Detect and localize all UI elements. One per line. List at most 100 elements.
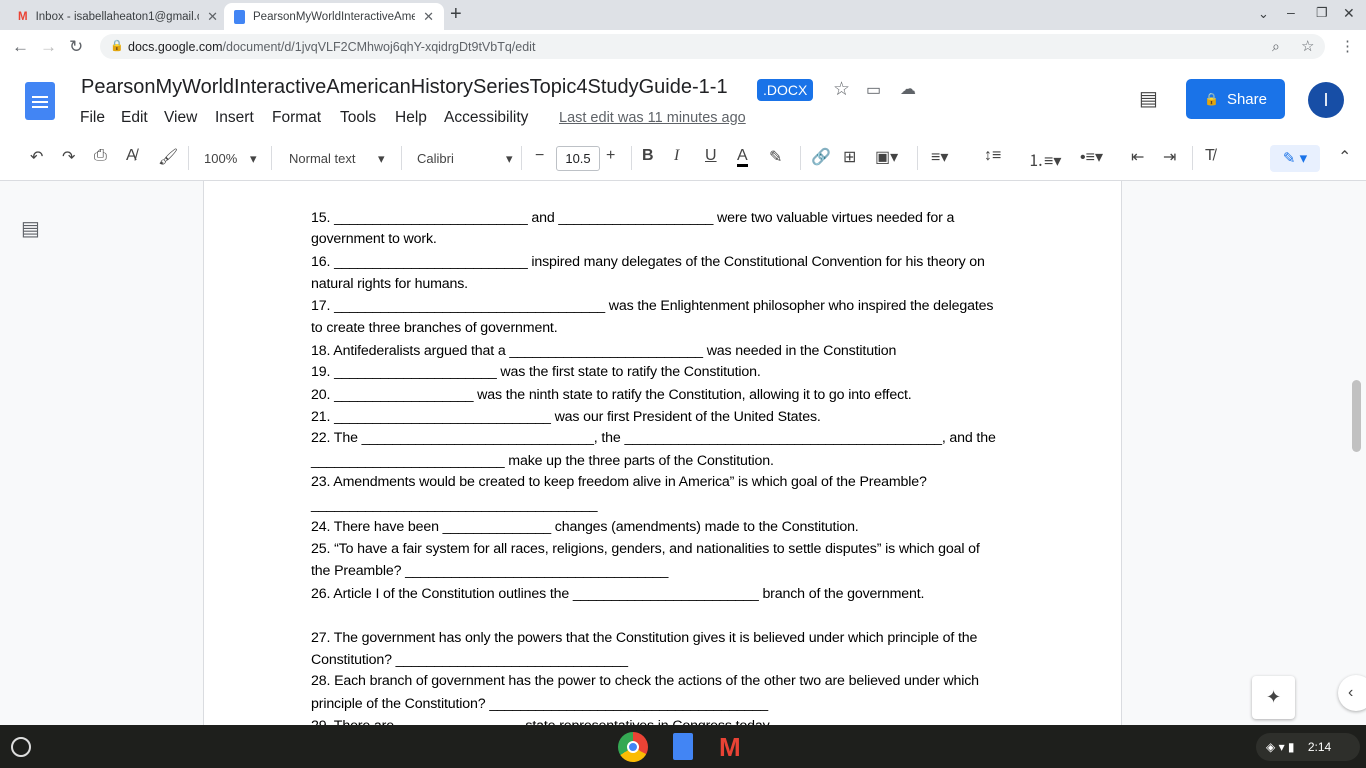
menu-format[interactable]: Format [272, 109, 321, 127]
comments-icon[interactable]: ▤ [1139, 86, 1158, 111]
avatar[interactable]: I [1308, 82, 1344, 118]
browser-menu-icon[interactable]: ⋮ [1340, 37, 1355, 55]
decrease-indent-icon[interactable]: ⇤ [1131, 147, 1144, 167]
italic-icon[interactable]: I [674, 147, 679, 165]
docs-logo-icon[interactable] [25, 82, 55, 120]
image-icon[interactable]: ▣▾ [875, 147, 898, 167]
underline-icon[interactable]: U [705, 147, 717, 165]
document-line[interactable]: natural rights for humans. [311, 275, 468, 293]
docs-app-icon[interactable] [673, 733, 693, 760]
paint-format-icon[interactable]: 🖌 [158, 147, 178, 167]
gmail-icon: M [18, 10, 28, 23]
document-title[interactable]: PearsonMyWorldInteractiveAmericanHistory… [81, 76, 728, 99]
zoom-select[interactable]: 100% [204, 151, 237, 166]
document-line[interactable]: Constitution? __________________________… [311, 651, 628, 669]
document-line[interactable]: 21. ____________________________ was our… [311, 408, 821, 426]
redo-icon[interactable]: ↷ [62, 147, 75, 167]
document-line[interactable]: 27. The government has only the powers t… [311, 629, 977, 647]
clear-formatting-icon[interactable]: T̸ [1205, 147, 1215, 165]
increase-font-size-button[interactable]: + [606, 147, 615, 165]
document-line[interactable]: 28. Each branch of government has the po… [311, 672, 979, 690]
spellcheck-icon[interactable]: A̸ [126, 147, 137, 165]
text-color-icon[interactable]: A [737, 147, 748, 167]
print-icon[interactable]: ⎙ [94, 147, 107, 165]
wifi-icon: ◈ ▾ ▮ [1266, 740, 1295, 754]
cloud-status-icon[interactable]: ☁ [900, 79, 916, 99]
document-line[interactable]: government to work. [311, 230, 437, 248]
document-line[interactable]: _________________________ make up the th… [311, 452, 774, 470]
document-line[interactable]: 17. ___________________________________ … [311, 297, 993, 315]
undo-icon[interactable]: ↶ [30, 147, 43, 167]
last-edit-link[interactable]: Last edit was 11 minutes ago [559, 110, 746, 126]
status-tray[interactable]: ◈ ▾ ▮ 2:14 [1256, 733, 1360, 761]
style-select[interactable]: Normal text [289, 151, 355, 166]
close-window-button[interactable]: ✕ [1343, 5, 1355, 22]
lock-icon: 🔒 [110, 40, 124, 52]
explore-button[interactable]: ✦ [1252, 676, 1295, 719]
close-icon[interactable]: ✕ [207, 9, 218, 25]
scrollbar[interactable] [1352, 380, 1361, 452]
document-line[interactable]: 25. “To have a fair system for all races… [311, 540, 980, 558]
menu-tools[interactable]: Tools [340, 109, 376, 127]
menu-view[interactable]: View [164, 109, 197, 127]
document-line[interactable]: 16. _________________________ inspired m… [311, 253, 985, 271]
launcher-icon[interactable] [11, 737, 31, 757]
menu-edit[interactable]: Edit [121, 109, 148, 127]
document-page[interactable]: 15. _________________________ and ______… [203, 181, 1122, 725]
tab-gmail[interactable]: M Inbox - isabellaheaton1@gmail.com ✕ [8, 3, 228, 30]
gmail-app-icon[interactable]: M [719, 734, 741, 760]
document-line[interactable]: 24. There have been ______________ chang… [311, 518, 859, 536]
tab-search-icon[interactable]: ⌄ [1258, 6, 1269, 22]
document-line[interactable]: _____________________________________ [311, 496, 598, 514]
document-line[interactable]: 26. Article I of the Constitution outlin… [311, 585, 924, 603]
document-line[interactable]: 23. Amendments would be created to keep … [311, 473, 927, 491]
line-spacing-icon[interactable]: ↕≡ [984, 147, 1001, 165]
document-line[interactable]: to create three branches of government. [311, 319, 558, 337]
chevron-down-icon: ▾ [506, 151, 513, 166]
highlight-icon[interactable]: ✎ [769, 147, 782, 167]
increase-indent-icon[interactable]: ⇥ [1163, 147, 1176, 167]
zoom-icon[interactable]: ⌕ [1272, 38, 1280, 55]
document-line[interactable]: 20. __________________ was the ninth sta… [311, 386, 912, 404]
new-tab-button[interactable]: + [450, 3, 462, 26]
menu-accessibility[interactable]: Accessibility [444, 109, 528, 127]
document-line[interactable]: 18. Antifederalists argued that a ______… [311, 342, 896, 360]
font-size-input[interactable]: 10.5 [556, 146, 600, 171]
bold-icon[interactable]: B [642, 147, 654, 165]
clock: 2:14 [1307, 740, 1332, 754]
menu-file[interactable]: File [80, 109, 105, 127]
chrome-icon[interactable] [618, 732, 648, 762]
bookmark-star-icon[interactable]: ☆ [1301, 37, 1314, 55]
align-icon[interactable]: ≡▾ [931, 147, 948, 167]
document-line[interactable]: 22. The ______________________________, … [311, 429, 996, 447]
document-line[interactable]: 15. _________________________ and ______… [311, 209, 954, 227]
numbered-list-icon[interactable]: ⒈≡▾ [1028, 147, 1061, 171]
outline-icon[interactable]: ▤ [21, 216, 40, 241]
forward-button[interactable]: → [40, 37, 57, 57]
bulleted-list-icon[interactable]: •≡▾ [1080, 147, 1103, 167]
menu-insert[interactable]: Insert [215, 109, 254, 127]
menu-help[interactable]: Help [395, 109, 427, 127]
editing-mode-button[interactable]: ✎ ▾ [1270, 145, 1320, 172]
decrease-font-size-button[interactable]: − [535, 147, 544, 165]
collapse-menus-icon[interactable]: ⌃ [1338, 147, 1351, 167]
tab-docs[interactable]: PearsonMyWorldInteractiveAmericanHistory… [224, 3, 444, 30]
docs-icon [234, 9, 245, 24]
document-line[interactable]: 19. _____________________ was the first … [311, 363, 761, 381]
font-select[interactable]: Calibri [417, 151, 454, 166]
restore-button[interactable]: ❐ [1316, 5, 1328, 21]
reload-button[interactable]: ↻ [69, 37, 83, 57]
star-icon[interactable]: ☆ [833, 78, 850, 101]
side-panel-toggle[interactable]: ‹ [1338, 675, 1366, 711]
move-folder-icon[interactable]: ▭ [866, 80, 881, 100]
document-line[interactable]: 29. There are ________________ state rep… [311, 717, 772, 725]
close-icon[interactable]: ✕ [423, 9, 434, 25]
document-line[interactable]: the Preamble? __________________________… [311, 562, 668, 580]
document-line[interactable]: principle of the Constitution? _________… [311, 695, 768, 713]
url-bar[interactable]: 🔒 docs.google.com/document/d/1jvqVLF2CMh… [100, 34, 1325, 59]
comment-add-icon[interactable]: ⊞ [843, 147, 856, 167]
minimize-button[interactable]: – [1287, 4, 1295, 20]
share-button[interactable]: 🔒 Share [1186, 79, 1285, 119]
link-icon[interactable]: 🔗 [811, 147, 831, 167]
back-button[interactable]: ← [12, 37, 29, 57]
